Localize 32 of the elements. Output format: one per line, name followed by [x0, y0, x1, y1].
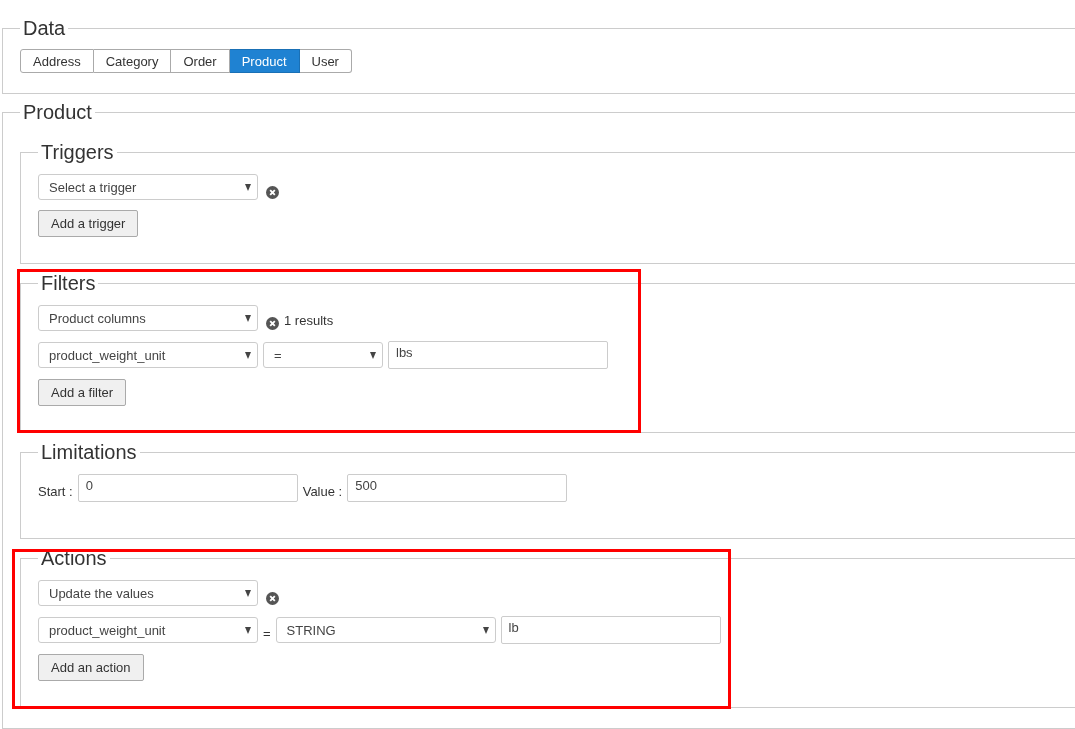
- dropdown[interactable]: Update the values: [38, 580, 258, 606]
- tab[interactable]: Order: [171, 49, 230, 73]
- remove-icon[interactable]: [266, 185, 279, 199]
- dropdown[interactable]: Select a trigger: [38, 174, 258, 200]
- dropdown[interactable]: STRING: [275, 617, 496, 643]
- tab[interactable]: Address: [20, 49, 94, 73]
- dropdown[interactable]: =: [263, 342, 383, 368]
- field-label: Value :: [302, 483, 343, 499]
- tab[interactable]: User: [299, 49, 352, 73]
- dropdown[interactable]: product_weight_unit: [38, 342, 258, 368]
- tab[interactable]: Product: [229, 49, 300, 73]
- remove-icon[interactable]: [266, 316, 279, 330]
- add-button[interactable]: Add an action: [38, 654, 144, 681]
- tab[interactable]: Category: [93, 49, 172, 73]
- section-title: Product: [22, 101, 93, 123]
- add-button[interactable]: Add a filter: [38, 379, 127, 406]
- subsection-title: Triggers: [40, 141, 115, 163]
- remove-icon[interactable]: [266, 591, 279, 605]
- input-field[interactable]: lb: [500, 616, 721, 644]
- dropdown[interactable]: Product columns: [38, 305, 258, 331]
- subsection-title: Actions: [40, 547, 108, 569]
- subsection-title: Filters: [40, 272, 97, 294]
- subsection-title: Limitations: [40, 441, 138, 463]
- input-field[interactable]: 0: [77, 474, 298, 502]
- section-title: Data: [22, 17, 67, 39]
- field-label: Start :: [38, 483, 73, 499]
- add-button[interactable]: Add a trigger: [38, 210, 139, 237]
- results-count: 1 results: [284, 313, 334, 328]
- input-field[interactable]: lbs: [388, 341, 608, 369]
- field-label: =: [263, 625, 271, 641]
- dropdown[interactable]: product_weight_unit: [38, 617, 258, 643]
- input-field[interactable]: 500: [347, 474, 568, 502]
